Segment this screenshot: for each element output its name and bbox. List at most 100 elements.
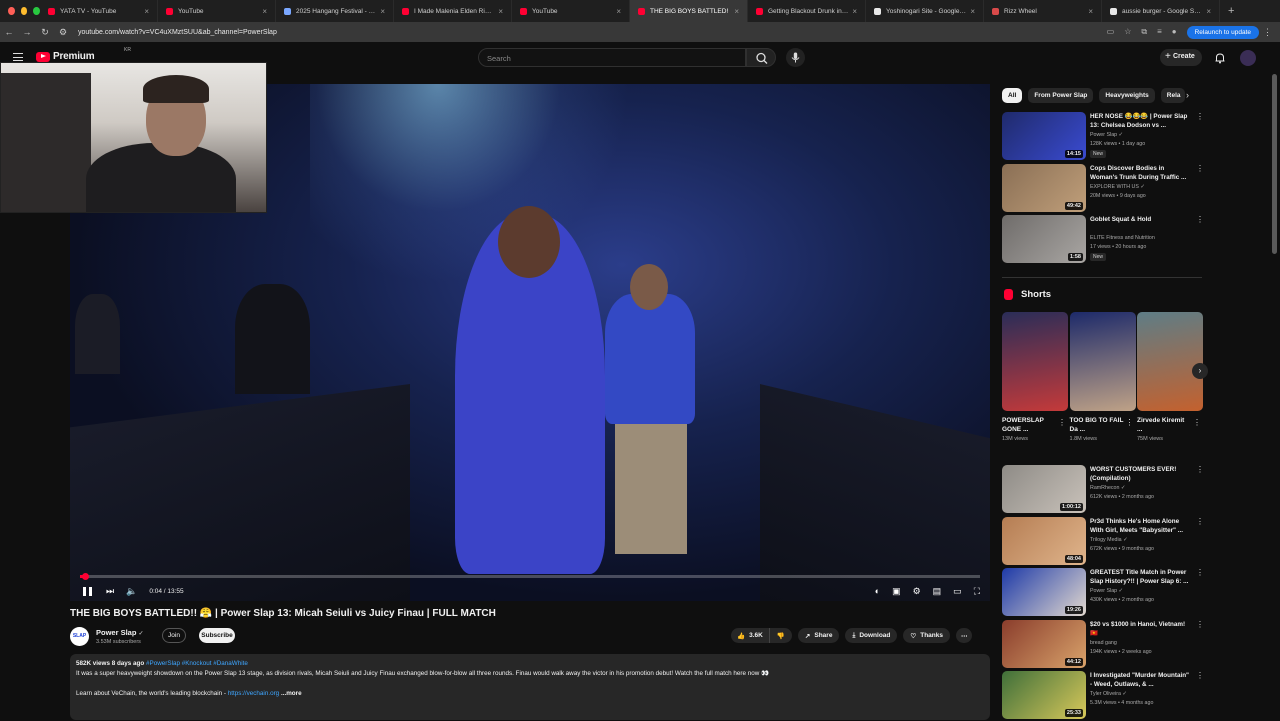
video-thumbnail[interactable]: 14:15	[1002, 112, 1086, 160]
show-more-button[interactable]: ...more	[281, 690, 302, 697]
recommended-video[interactable]: 48:04 Pr3d Thinks He's Home Alone With Gi…	[1002, 516, 1204, 567]
video-thumbnail[interactable]: 1:00:12	[1002, 465, 1086, 513]
short-video[interactable]: POWERSLAP GONE ... 13M views ⋮	[1002, 312, 1068, 442]
notifications-bell-icon[interactable]	[1214, 52, 1226, 64]
join-button[interactable]: Join	[162, 628, 186, 643]
recommended-title[interactable]: WORST CUSTOMERS EVER! (Compilation)	[1090, 465, 1190, 483]
more-options-icon[interactable]: ⋮	[1196, 112, 1204, 121]
recommended-video[interactable]: 14:15 HER NOSE 😂😂😂 | Power Slap 13: Chels…	[1002, 112, 1204, 162]
recommended-channel[interactable]: bread gang	[1090, 640, 1117, 646]
captions-icon[interactable]: ▣	[892, 586, 901, 597]
next-video-icon[interactable]: ⏭	[106, 586, 114, 597]
share-button[interactable]: ↗ Share	[797, 628, 840, 643]
browser-tab[interactable]: YouTube ×	[512, 0, 630, 22]
more-options-icon[interactable]: ⋮	[1196, 164, 1204, 173]
recommended-video[interactable]: 25:33 I Investigated "Murder Mountain" - …	[1002, 671, 1204, 721]
download-button[interactable]: ⤓ Download	[845, 628, 898, 643]
recommended-title[interactable]: I Investigated "Murder Mountain" - Weed,…	[1090, 671, 1190, 689]
profile-icon[interactable]: ●	[1172, 27, 1177, 37]
pause-icon[interactable]	[83, 586, 92, 596]
search-input[interactable]: Search	[478, 48, 746, 67]
recommended-video[interactable]: 1:58 Goblet Squat & Hold ELITE Fitness and…	[1002, 215, 1204, 265]
filter-chip[interactable]: From Power Slap	[1028, 88, 1094, 103]
miniplayer-icon[interactable]: ▤	[933, 586, 942, 597]
minimize-window-button[interactable]	[20, 7, 28, 15]
recommended-channel[interactable]: Power Slap ✓	[1090, 588, 1123, 594]
browser-tab[interactable]: Yoshinogari Site - Google Se... ×	[866, 0, 984, 22]
browser-tab[interactable]: aussie burger - Google Search ×	[1102, 0, 1220, 22]
site-info-icon[interactable]: ⚙	[54, 27, 72, 38]
short-video[interactable]: Zirvede Kiremit ... 75M views ⋮	[1137, 312, 1203, 442]
browser-tab[interactable]: I Made Malenia Elden Ring - ... ×	[394, 0, 512, 22]
menu-icon[interactable]	[13, 53, 23, 61]
recommended-channel[interactable]: Tyler Oliveira ✓	[1090, 691, 1127, 697]
browser-tab[interactable]: 2025 Hangang Festival - Han ×	[276, 0, 394, 22]
filter-chip[interactable]: Rela	[1160, 88, 1185, 103]
more-options-icon[interactable]: ⋮	[1196, 465, 1204, 474]
settings-gear-icon[interactable]: ⚙	[913, 586, 921, 597]
more-options-icon[interactable]: ⋮	[1058, 418, 1066, 427]
recommended-title[interactable]: HER NOSE 😂😂😂 | Power Slap 13: Chelsea Do…	[1090, 112, 1190, 130]
short-title[interactable]: TOO BIG TO FAIL Da ...	[1070, 416, 1124, 434]
new-tab-button[interactable]: +	[1220, 5, 1242, 17]
recommended-video[interactable]: 19:26 GREATEST Title Match in Power Slap …	[1002, 568, 1204, 618]
cast-icon[interactable]: ▭	[1107, 27, 1115, 37]
short-thumbnail[interactable]	[1069, 312, 1136, 411]
sponsor-link[interactable]: https://vechain.org	[228, 690, 279, 697]
channel-name[interactable]: Power Slap ✓	[96, 628, 144, 637]
tab-close-icon[interactable]: ×	[970, 7, 975, 16]
thanks-button[interactable]: ♡ Thanks	[903, 628, 950, 643]
browser-tab[interactable]: THE BIG BOYS BATTLED! ×	[630, 0, 748, 22]
bookmark-star-icon[interactable]: ☆	[1124, 27, 1131, 37]
create-button[interactable]: Create	[1160, 49, 1202, 66]
scrubber-handle[interactable]	[81, 572, 89, 580]
zoom-window-button[interactable]	[33, 7, 41, 15]
fullscreen-icon[interactable]: ⛶	[974, 586, 980, 597]
back-icon[interactable]: ←	[0, 27, 18, 37]
video-thumbnail[interactable]: 44:12	[1002, 619, 1086, 668]
dislike-button[interactable]: 👎	[770, 632, 792, 640]
recommended-title[interactable]: Pr3d Thinks He's Home Alone With Girl, M…	[1090, 517, 1190, 535]
more-options-icon[interactable]: ⋮	[1196, 568, 1204, 577]
short-video[interactable]: TOO BIG TO FAIL Da ... 1.8M views ⋮	[1069, 312, 1136, 442]
more-options-icon[interactable]: ⋮	[1196, 215, 1204, 224]
more-options-icon[interactable]: ⋮	[1196, 671, 1204, 680]
more-actions-button[interactable]: ⋯	[955, 628, 973, 643]
like-button[interactable]: 👍 3.6K	[731, 628, 770, 643]
theater-mode-icon[interactable]: ▭	[953, 586, 962, 597]
url-field[interactable]: youtube.com/watch?v=VC4uXMztSUU&ab_chann…	[78, 29, 1107, 36]
recommended-video[interactable]: 44:12 $20 vs $1000 in Hanoi, Vietnam! 🇻🇳 b…	[1002, 619, 1204, 670]
video-thumbnail[interactable]: 19:26	[1002, 568, 1086, 616]
relaunch-button[interactable]: Relaunch to update	[1186, 25, 1259, 39]
tab-close-icon[interactable]: ×	[852, 7, 857, 16]
video-thumbnail[interactable]: 25:33	[1002, 671, 1086, 719]
search-button[interactable]	[746, 48, 776, 67]
more-options-icon[interactable]: ⋮	[1196, 620, 1204, 629]
browser-tab[interactable]: Getting Blackout Drunk in M... ×	[748, 0, 866, 22]
recommended-video[interactable]: 49:42 Cops Discover Bodies in Woman's Tru…	[1002, 163, 1204, 214]
reload-icon[interactable]: ↻	[36, 27, 54, 38]
video-thumbnail[interactable]: 48:04	[1002, 516, 1086, 565]
browser-tab[interactable]: Rizz Wheel ×	[984, 0, 1102, 22]
autoplay-toggle[interactable]: ◐	[875, 586, 880, 597]
short-thumbnail[interactable]	[1002, 312, 1068, 411]
close-window-button[interactable]	[8, 7, 15, 15]
chevron-right-icon[interactable]: ›	[1186, 90, 1189, 100]
tab-close-icon[interactable]: ×	[734, 7, 739, 16]
video-thumbnail[interactable]: 49:42	[1002, 163, 1086, 212]
short-title[interactable]: Zirvede Kiremit ...	[1137, 416, 1191, 434]
filter-chip[interactable]: Heavyweights	[1099, 88, 1155, 103]
browser-tab[interactable]: YATA TV - YouTube ×	[40, 0, 158, 22]
more-options-icon[interactable]: ⋮	[1193, 418, 1201, 427]
recommended-channel[interactable]: Power Slap ✓	[1090, 132, 1123, 138]
tab-close-icon[interactable]: ×	[380, 7, 385, 16]
tab-close-icon[interactable]: ×	[1088, 7, 1093, 16]
video-thumbnail[interactable]: 1:58	[1002, 215, 1086, 263]
channel-avatar[interactable]: SLAP	[70, 627, 89, 646]
browser-menu-icon[interactable]: ⋮	[1263, 27, 1272, 38]
tab-close-icon[interactable]: ×	[144, 7, 149, 16]
video-progress-bar[interactable]	[80, 572, 980, 580]
shorts-next-button[interactable]: ›	[1192, 363, 1208, 379]
media-control-icon[interactable]: ≡	[1157, 27, 1162, 37]
tab-close-icon[interactable]: ×	[262, 7, 267, 16]
